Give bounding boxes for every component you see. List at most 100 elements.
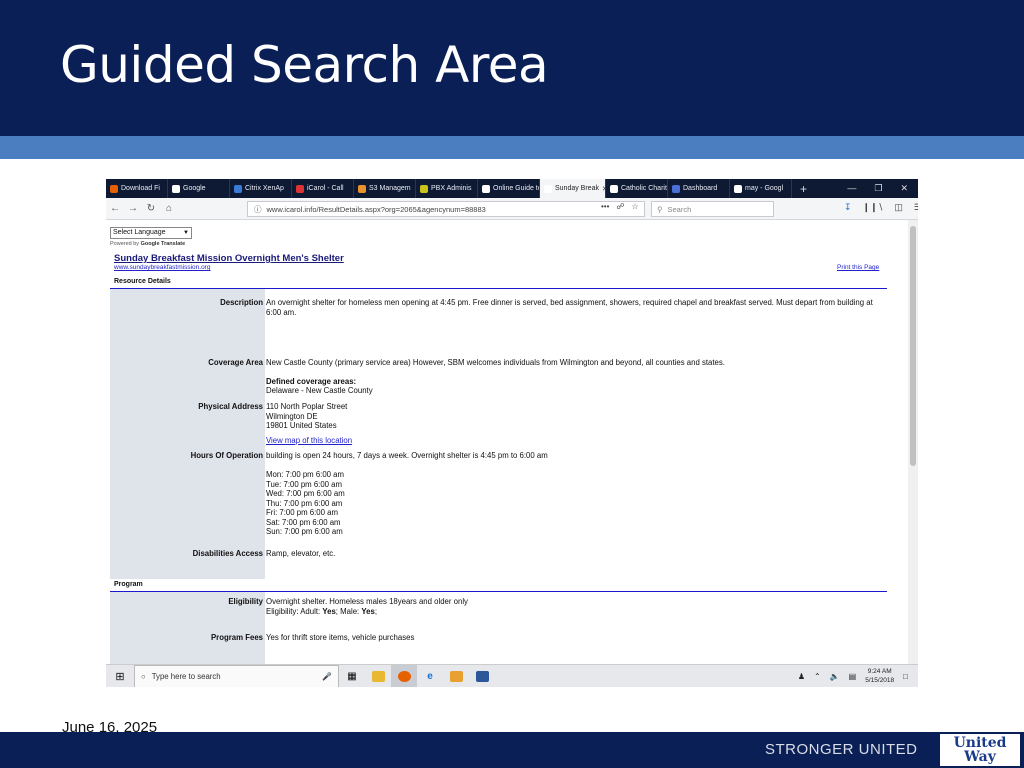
bookmark-star-icon[interactable]: ☆	[632, 202, 639, 211]
org-name-heading: Sunday Breakfast Mission Overnight Men's…	[114, 253, 344, 264]
taskbar-search-input[interactable]: ○ Type here to search 🎤	[134, 664, 339, 687]
browser-tab-strip: Download Fi Google Citrix XenAp iCarol - Ca…	[106, 179, 918, 198]
browser-tab[interactable]: may - Googl	[730, 179, 792, 198]
print-page-link[interactable]: Print this Page	[837, 264, 879, 271]
tab-favicon-icon	[234, 184, 242, 193]
tab-label: Google	[183, 185, 206, 192]
people-icon[interactable]: ♟	[798, 672, 805, 681]
download-icon[interactable]: ↧	[844, 202, 852, 213]
browser-tab[interactable]: iCarol - Call	[292, 179, 354, 198]
home-icon[interactable]: ⌂	[160, 203, 178, 214]
tab-label: Download Fi	[121, 185, 160, 192]
section-program: Program	[114, 581, 143, 588]
hamburger-menu-icon[interactable]: ☰	[914, 202, 918, 213]
restore-icon[interactable]: ❐	[874, 183, 882, 194]
tab-label: Sunday Break	[555, 185, 599, 192]
coverage-value: New Castle County (primary service area)…	[266, 358, 725, 367]
coverage-label: Coverage Area	[208, 358, 263, 367]
powered-by-text: Powered by Google Translate	[110, 241, 185, 247]
org-website-link[interactable]: www.sundaybreakfastmission.org	[114, 264, 210, 271]
browser-tab[interactable]: Citrix XenAp	[230, 179, 292, 198]
fees-label: Program Fees	[210, 633, 263, 642]
defined-coverage-value: Delaware - New Castle County	[266, 386, 373, 395]
window-controls: — ❐ ✕	[847, 183, 918, 194]
logo-line-1: United	[953, 735, 1007, 751]
map-link[interactable]: View map of this location	[266, 436, 886, 446]
browser-tab[interactable]: S3 Managem	[354, 179, 416, 198]
browser-tab[interactable]: Sunday Break✕	[540, 179, 606, 198]
system-tray: ♟ ⌃ 🔈 ▤ 9:24 AM 5/15/2018 □	[798, 667, 918, 685]
tab-label: iCarol - Call	[307, 185, 344, 192]
reload-icon[interactable]: ↻	[142, 203, 160, 214]
firefox-icon[interactable]	[391, 664, 417, 687]
browser-navbar: ← → ↻ ⌂ ⓘ www.icarol.info/ResultDetails.…	[106, 198, 918, 220]
word-icon[interactable]	[469, 665, 495, 688]
eligibility-male-value: Yes	[361, 606, 375, 616]
browser-tab[interactable]: Download Fi	[106, 179, 168, 198]
forward-icon[interactable]: →	[124, 203, 142, 214]
back-icon[interactable]: ←	[106, 203, 124, 214]
edge-icon[interactable]: e	[417, 665, 443, 688]
tab-favicon-icon	[544, 184, 552, 193]
microphone-icon[interactable]: 🎤	[322, 672, 338, 681]
volume-icon[interactable]: 🔈	[830, 672, 840, 681]
pocket-icon[interactable]: ☍	[616, 202, 624, 211]
browser-search-input[interactable]: ⚲ Search	[651, 201, 774, 217]
browser-tab[interactable]: Online Guide to I	[478, 179, 540, 198]
browser-tab[interactable]: Dashboard	[668, 179, 730, 198]
search-icon: ⚲	[657, 204, 663, 214]
notification-icon[interactable]: □	[903, 672, 908, 681]
hours-wed: Wed: 7:00 pm 6:00 am	[266, 489, 345, 498]
language-select[interactable]: Select Language ▼	[110, 227, 192, 239]
system-clock[interactable]: 9:24 AM 5/15/2018	[865, 667, 894, 685]
disabilities-label: Disabilities Access	[192, 549, 263, 558]
windows-start-icon[interactable]: ⊞	[106, 670, 134, 683]
taskbar-search-placeholder: Type here to search	[151, 671, 221, 681]
outlook-icon[interactable]	[443, 665, 469, 688]
tab-label: Catholic Chariti	[621, 185, 668, 192]
task-view-icon[interactable]: ▦	[339, 665, 365, 688]
toolbar-right: ↧ ❙❙∖ ◫ ☰	[844, 202, 918, 213]
description-label: Description	[220, 298, 263, 307]
cortana-icon: ○	[141, 671, 146, 681]
page-actions-menu[interactable]: •••	[601, 202, 609, 211]
language-select-value: Select Language	[113, 229, 166, 236]
hours-tue: Tue: 7:00 pm 6:00 am	[266, 479, 342, 489]
united-way-logo: United Way	[938, 732, 1022, 768]
info-icon[interactable]: ⓘ	[254, 204, 262, 215]
url-text: www.icarol.info/ResultDetails.aspx?org=2…	[266, 204, 486, 214]
description-value: An overnight shelter for homeless men op…	[266, 298, 873, 317]
minimize-icon[interactable]: —	[847, 183, 856, 194]
network-icon[interactable]: ▤	[849, 672, 857, 681]
tab-label: S3 Managem	[369, 185, 411, 192]
tab-favicon-icon	[672, 184, 680, 193]
tab-favicon-icon	[482, 184, 490, 193]
browser-tab[interactable]: PBX Adminis	[416, 179, 478, 198]
footer-date: June 16, 2025	[62, 719, 158, 736]
eligibility-detail: Eligibility: Adult: Yes; Male: Yes;	[266, 607, 886, 617]
slide: Guided Search Area Download Fi Google Citr…	[0, 0, 1024, 768]
eligibility-end: ;	[374, 606, 377, 616]
map-link-text[interactable]: View map of this location	[266, 436, 352, 445]
file-explorer-icon[interactable]	[365, 665, 391, 688]
tray-chevron-up-icon[interactable]: ⌃	[814, 672, 821, 681]
hours-thu: Thu: 7:00 pm 6:00 am	[266, 498, 343, 508]
hours-label: Hours Of Operation	[190, 451, 263, 460]
close-icon[interactable]: ✕	[900, 183, 908, 194]
scrollbar-thumb[interactable]	[910, 226, 916, 466]
eligibility-value: Overnight shelter. Homeless males 18year…	[266, 597, 468, 606]
footer-slogan: STRONGER UNITED	[765, 741, 918, 758]
hours-sun: Sun: 7:00 pm 6:00 am	[266, 527, 343, 536]
browser-tab[interactable]: Catholic Chariti	[606, 179, 668, 198]
address-line-2: Wilmington DE	[266, 411, 318, 421]
new-tab-button[interactable]: +	[792, 182, 815, 196]
page-scrollbar[interactable]	[908, 220, 918, 664]
url-bar[interactable]: ⓘ www.icarol.info/ResultDetails.aspx?org…	[247, 201, 645, 217]
library-icon[interactable]: ❙❙∖	[863, 202, 884, 213]
fees-value: Yes for thrift store items, vehicle purc…	[266, 633, 415, 642]
browser-tab[interactable]: Google	[168, 179, 230, 198]
address-line-3: 19801 United States	[266, 421, 337, 430]
address-line-1: 110 North Poplar Street	[266, 402, 348, 411]
sidebar-icon[interactable]: ◫	[894, 202, 903, 213]
clock-time: 9:24 AM	[867, 668, 892, 675]
